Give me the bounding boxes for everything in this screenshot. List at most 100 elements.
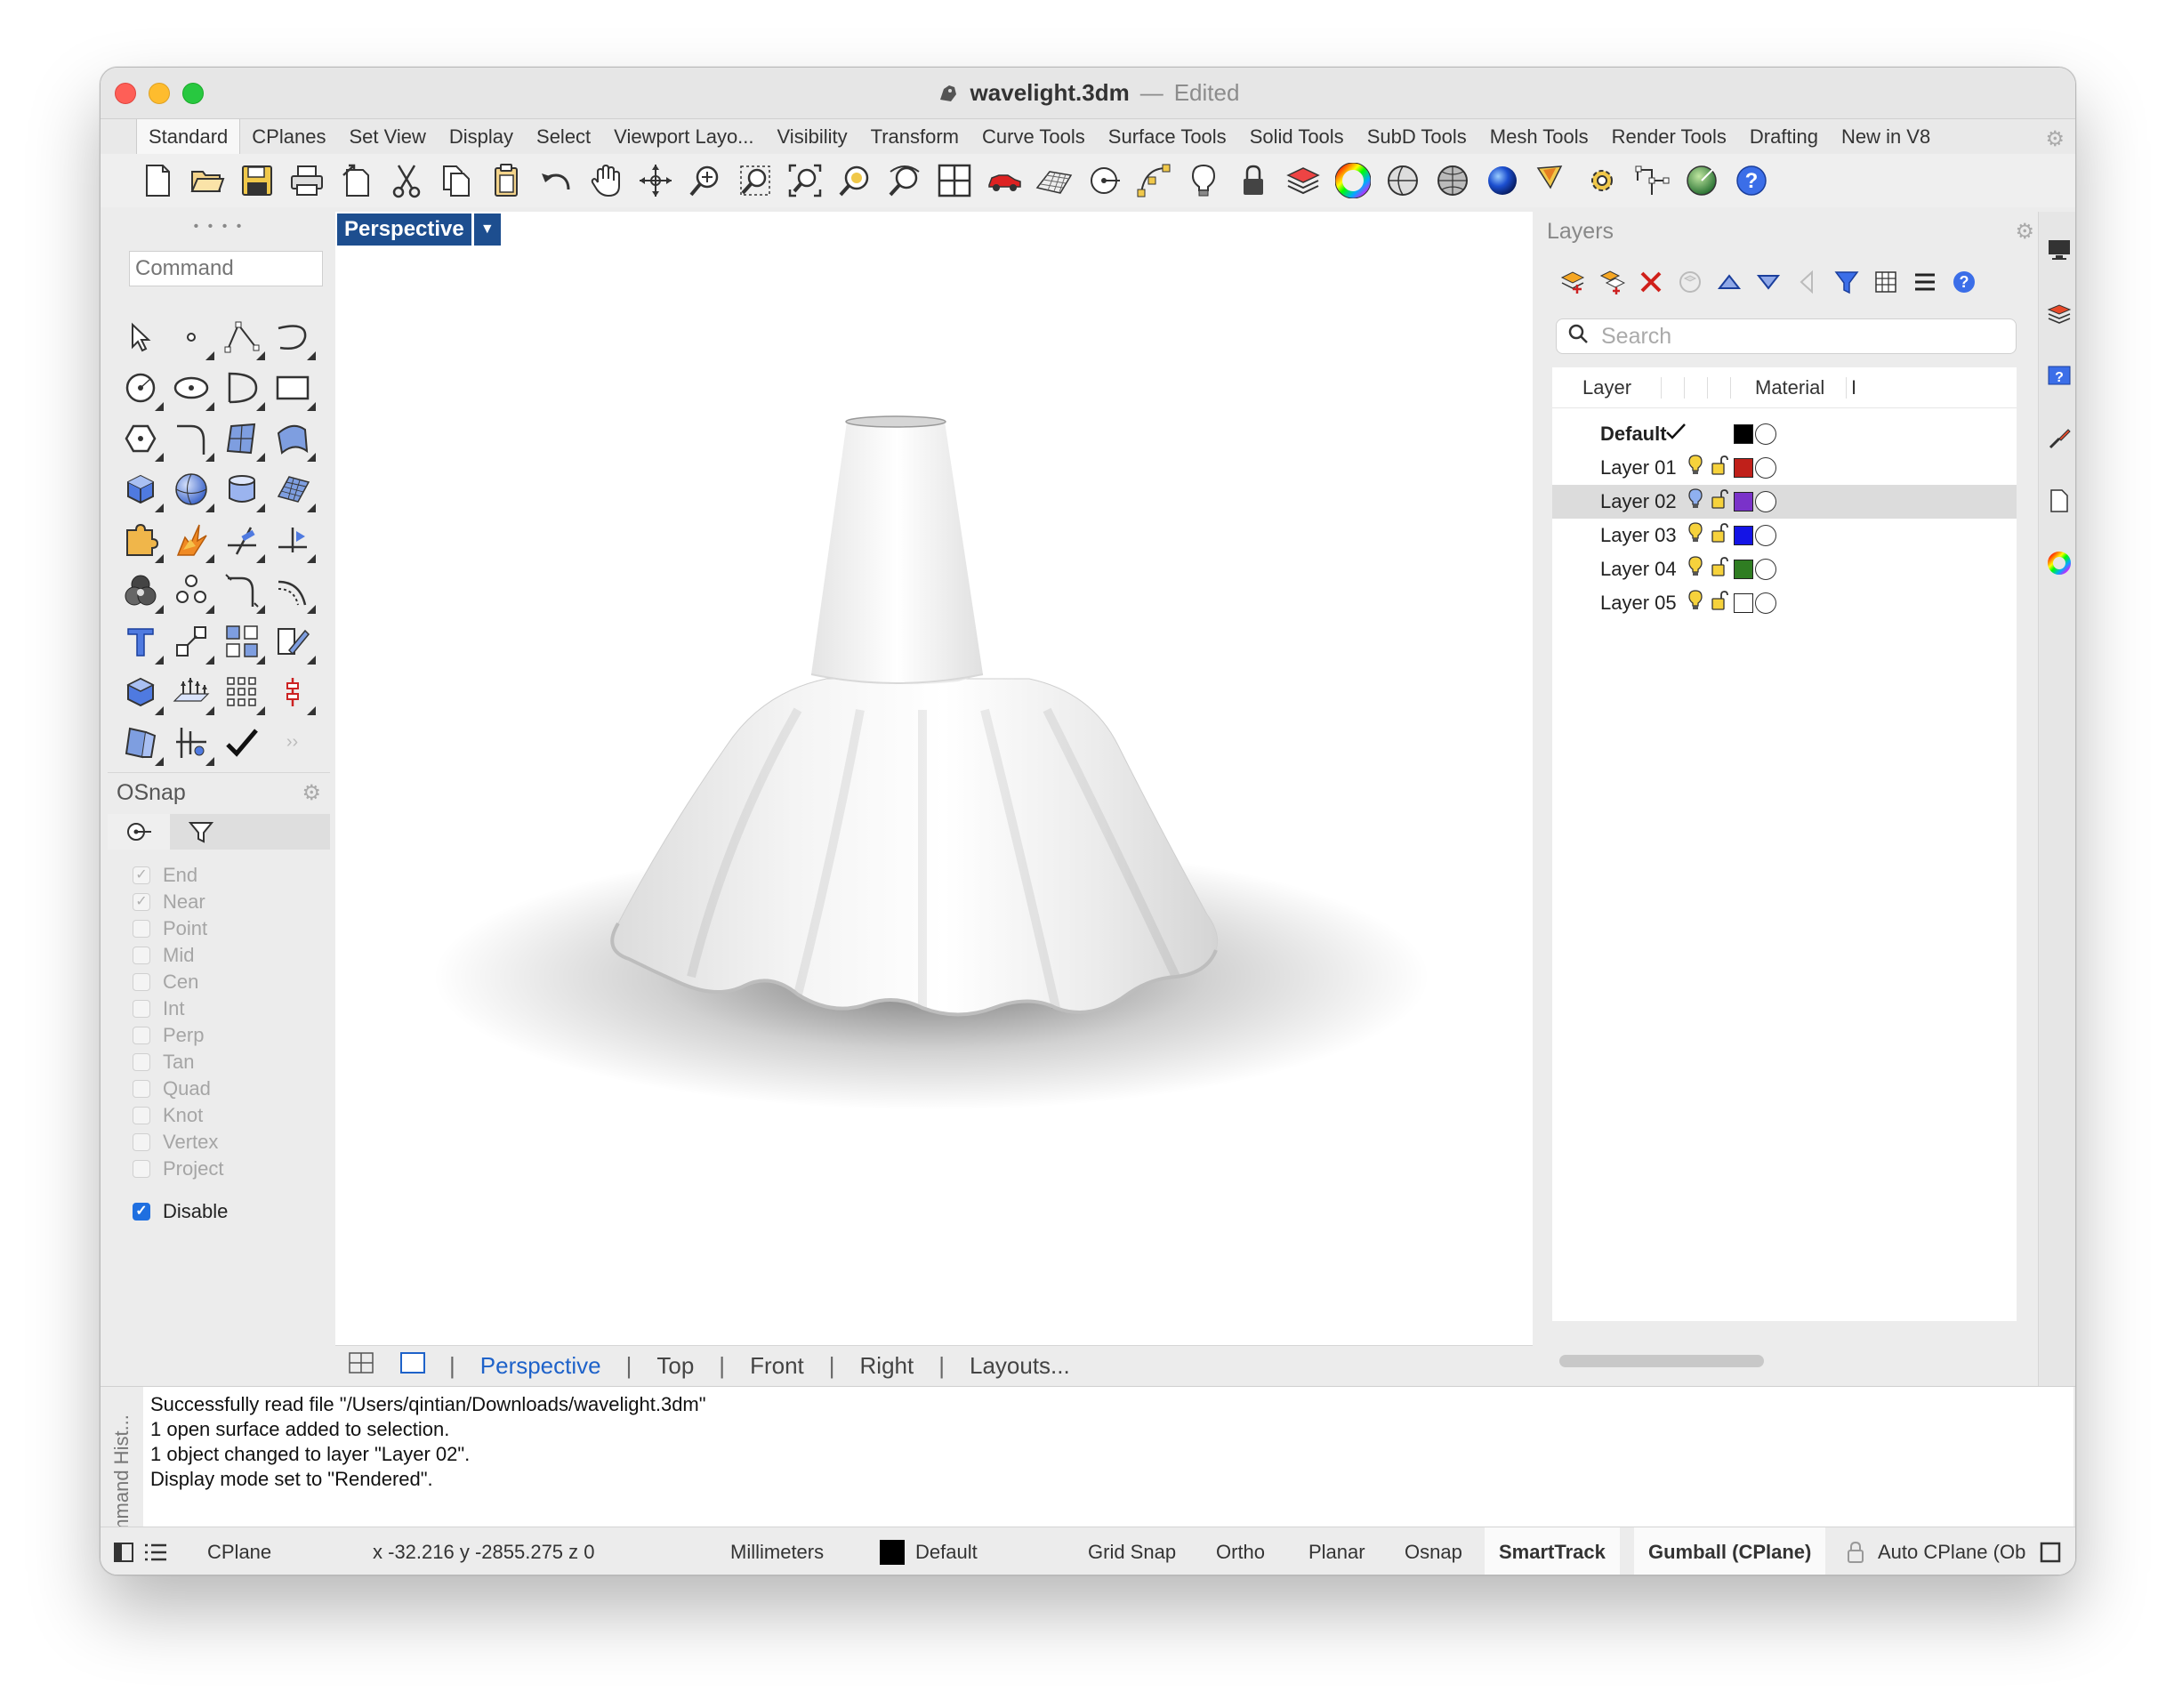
layer-filter-icon[interactable]: [1673, 265, 1707, 299]
tab-visibility[interactable]: Visibility: [766, 119, 859, 155]
layer-name[interactable]: Layer 05: [1600, 592, 1677, 615]
osnap-option-project[interactable]: Project: [133, 1156, 223, 1182]
polygon-icon[interactable]: [115, 413, 165, 463]
undo-icon[interactable]: [535, 159, 577, 202]
single-viewport-icon[interactable]: [399, 1351, 426, 1381]
view-tab-front[interactable]: Front: [750, 1352, 804, 1380]
arc-icon[interactable]: [216, 362, 267, 413]
move-layer-out-icon[interactable]: [1791, 265, 1824, 299]
osnap-option-point[interactable]: Point: [133, 915, 223, 942]
layer-row[interactable]: Layer 02: [1552, 485, 2017, 519]
sphere-wireframe-icon[interactable]: [1431, 159, 1474, 202]
perspective-viewport[interactable]: Perspective ▼: [335, 212, 1533, 1345]
planar-toggle[interactable]: Planar: [1308, 1527, 1365, 1575]
snap-tool-icon[interactable]: [165, 717, 216, 768]
osnap-option-knot[interactable]: Knot: [133, 1102, 223, 1129]
osnap-option-quad[interactable]: Quad: [133, 1076, 223, 1102]
layer-table-icon[interactable]: [1869, 265, 1903, 299]
layer-unlocked-icon[interactable]: [1711, 522, 1728, 549]
layer-material-swatch[interactable]: [1755, 457, 1776, 479]
osnap-checkbox[interactable]: [133, 1080, 150, 1098]
osnap-checkbox[interactable]: [133, 1000, 150, 1018]
layer-name[interactable]: Layer 03: [1600, 524, 1677, 547]
scale-icon[interactable]: [165, 616, 216, 666]
view-tab-perspective[interactable]: Perspective: [480, 1352, 601, 1380]
layer-material-swatch[interactable]: [1755, 525, 1776, 546]
auto-cplane-lock-icon[interactable]: [1846, 1540, 1865, 1565]
layer-visible-bulb-icon[interactable]: [1687, 589, 1703, 617]
layer-color-swatch[interactable]: [1734, 526, 1753, 545]
layer-row[interactable]: Layer 04: [1552, 552, 2017, 586]
osnap-option-end[interactable]: ✓ End: [133, 862, 223, 889]
print-icon[interactable]: [286, 159, 328, 202]
units-label[interactable]: Millimeters: [730, 1527, 824, 1575]
layer-visible-bulb-icon[interactable]: [1687, 454, 1703, 482]
osnap-gear-icon[interactable]: ⚙: [302, 780, 321, 806]
osnap-point-icon[interactable]: [108, 814, 170, 850]
grid-snap-toggle[interactable]: Grid Snap: [1088, 1527, 1176, 1575]
split-icon[interactable]: [267, 514, 318, 565]
fillet-icon[interactable]: [216, 565, 267, 616]
osnap-option-tan[interactable]: Tan: [133, 1049, 223, 1076]
solid-box-icon[interactable]: [115, 666, 165, 717]
layer-visible-bulb-icon[interactable]: [1687, 555, 1703, 584]
curve-icon[interactable]: [267, 311, 318, 362]
tab-select[interactable]: Select: [525, 119, 602, 155]
layer-row[interactable]: Layer 01: [1552, 451, 2017, 485]
tab-set-view[interactable]: Set View: [337, 119, 437, 155]
osnap-option-int[interactable]: Int: [133, 995, 223, 1022]
panel-toggle-icon[interactable]: [2040, 1542, 2061, 1563]
new-document-icon[interactable]: [136, 159, 179, 202]
pan-hand-icon[interactable]: [584, 159, 627, 202]
tab-mesh-tools[interactable]: Mesh Tools: [1478, 119, 1600, 155]
osnap-checkbox[interactable]: ✓: [133, 893, 150, 911]
tab-render-tools[interactable]: Render Tools: [1600, 119, 1738, 155]
osnap-checkbox[interactable]: [133, 973, 150, 991]
layer-column-header[interactable]: Layer: [1582, 376, 1631, 399]
minimize-window-button[interactable]: [149, 83, 170, 104]
trim-icon[interactable]: [216, 514, 267, 565]
tab-cplanes[interactable]: CPlanes: [240, 119, 337, 155]
dimension-icon[interactable]: [1630, 159, 1673, 202]
close-window-button[interactable]: [115, 83, 136, 104]
osnap-checkbox[interactable]: [133, 1133, 150, 1151]
layer-material-swatch[interactable]: [1755, 592, 1776, 614]
sphere-icon[interactable]: [165, 463, 216, 514]
sidebar-toggle-icon[interactable]: [113, 1542, 134, 1563]
viewport-menu-chevron-icon[interactable]: ▼: [473, 214, 501, 246]
globe-icon[interactable]: [1680, 159, 1723, 202]
paste-icon[interactable]: [485, 159, 527, 202]
fillet-curve-icon[interactable]: [165, 413, 216, 463]
osnap-checkbox[interactable]: [133, 1027, 150, 1044]
tab-curve-tools[interactable]: Curve Tools: [970, 119, 1097, 155]
osnap-filter-icon[interactable]: [170, 814, 232, 850]
auto-cplane-toggle[interactable]: Auto CPlane (Ob: [1878, 1527, 2025, 1575]
material-column-header[interactable]: Material: [1755, 376, 1824, 399]
surface-icon[interactable]: [216, 413, 267, 463]
layer-unlocked-icon[interactable]: [1711, 556, 1728, 583]
gumball-icon[interactable]: [267, 666, 318, 717]
rectangle-icon[interactable]: [267, 362, 318, 413]
ellipse-icon[interactable]: [165, 362, 216, 413]
panel-grip-handle[interactable]: • • • •: [108, 219, 330, 235]
color-wheel-icon[interactable]: [1332, 159, 1374, 202]
layer-visible-bulb-icon[interactable]: [1687, 521, 1703, 550]
layer-list-icon[interactable]: [1908, 265, 1942, 299]
layer-name[interactable]: Default: [1600, 423, 1667, 446]
materials-color-icon[interactable]: [2046, 550, 2073, 576]
layers-horizontal-scrollbar[interactable]: [1559, 1355, 1764, 1367]
point-icon[interactable]: [165, 311, 216, 362]
current-layer-check-icon[interactable]: [1664, 422, 1687, 447]
osnap-checkbox[interactable]: [133, 1160, 150, 1178]
layer-color-swatch[interactable]: [1734, 593, 1753, 613]
view-tab-layouts[interactable]: Layouts...: [970, 1352, 1070, 1380]
layer-visible-bulb-icon[interactable]: [1687, 487, 1703, 516]
osnap-checkbox[interactable]: [133, 920, 150, 938]
tab-transform[interactable]: Transform: [859, 119, 970, 155]
rotate-camera-icon[interactable]: [883, 159, 926, 202]
osnap-checkbox[interactable]: ✓: [133, 866, 150, 884]
layer-color-swatch[interactable]: [1734, 424, 1753, 444]
command-input[interactable]: [129, 251, 323, 286]
zoom-selected-icon[interactable]: [833, 159, 876, 202]
viewport-title-dropdown[interactable]: Perspective ▼: [337, 214, 501, 246]
